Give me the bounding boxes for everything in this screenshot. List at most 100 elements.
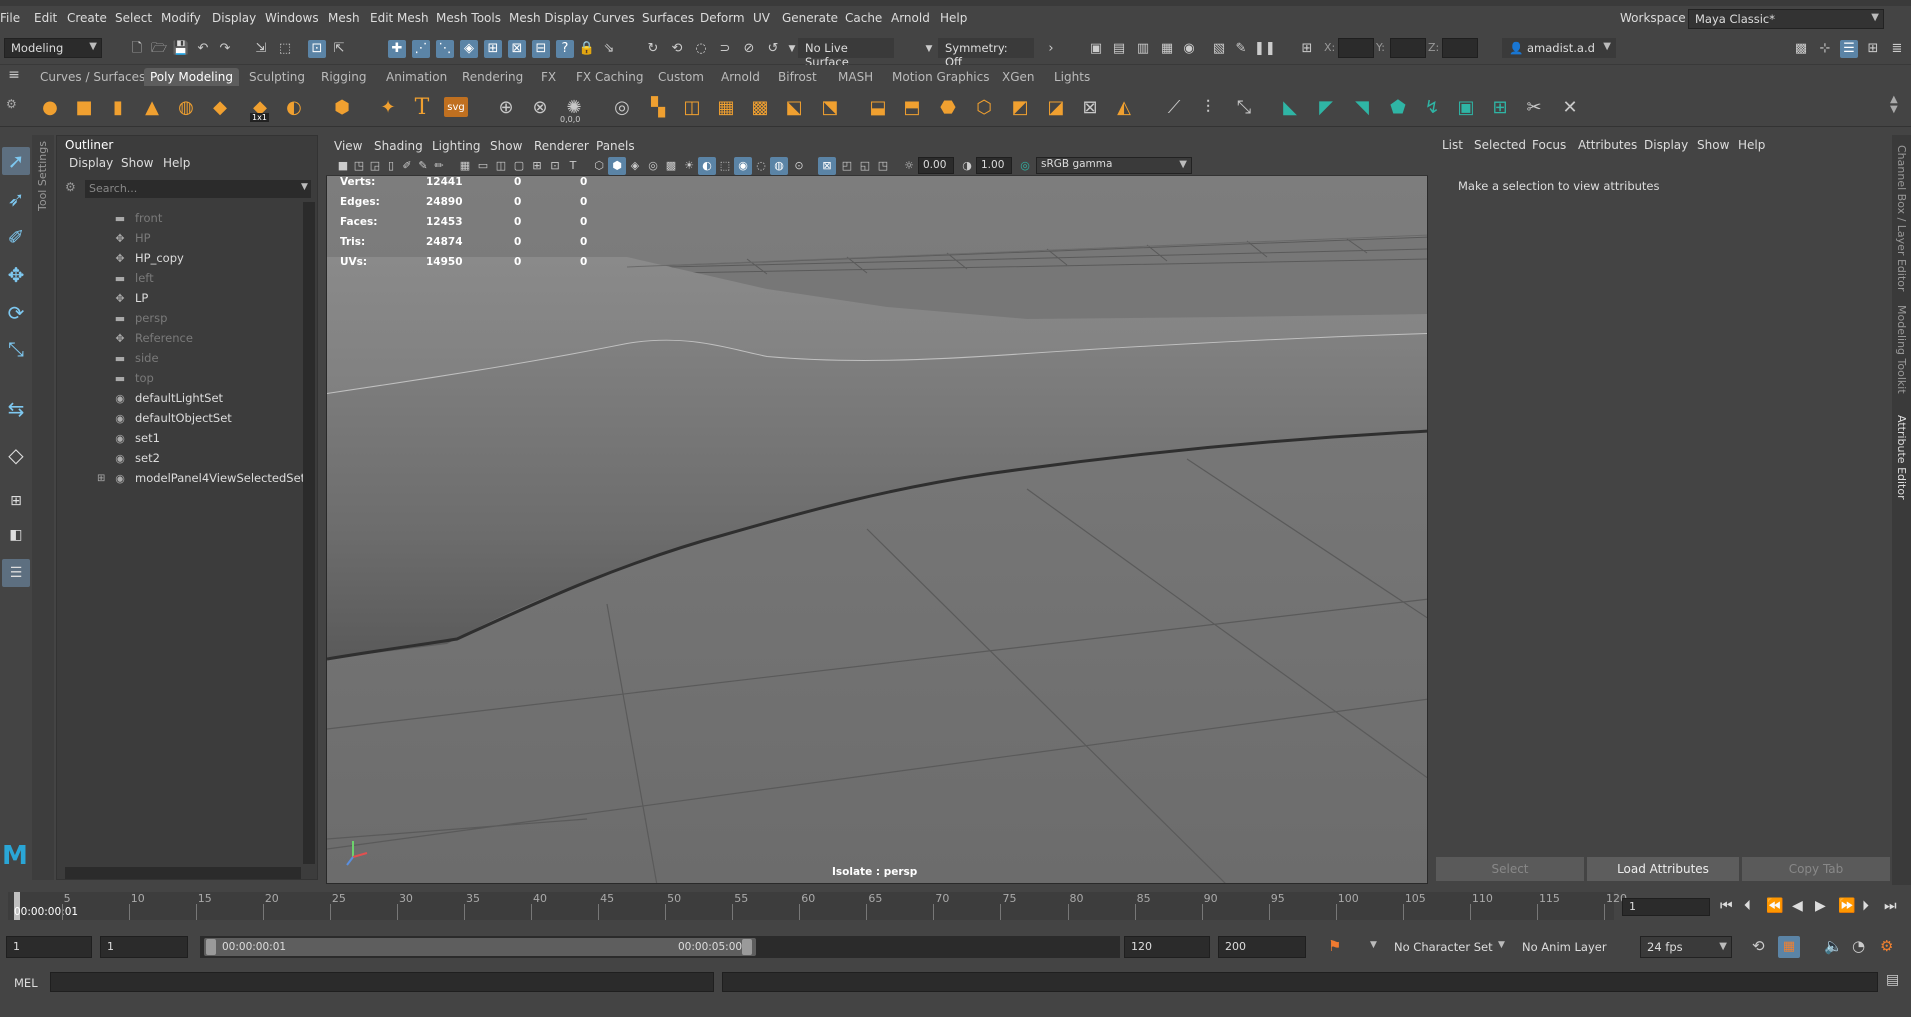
history-icon[interactable]: ↻ [644, 40, 662, 58]
fps-dropdown[interactable]: 24 fps ▼ [1640, 936, 1732, 958]
attr-menu-selected[interactable]: Selected [1474, 138, 1526, 152]
shelf-tab-curves-surfaces[interactable]: Curves / Surfaces [34, 68, 151, 86]
smooth-icon[interactable]: ▦ [712, 93, 740, 121]
outliner-item[interactable]: ▬ persp [113, 308, 168, 328]
default-material-icon[interactable]: ◎ [644, 157, 662, 175]
outliner-menu-show[interactable]: Show [121, 156, 153, 170]
chevron-down-icon[interactable]: ▼ [301, 182, 308, 192]
lock-icon[interactable]: 🔒 [578, 40, 596, 58]
attribute-editor-icon[interactable]: ☰ [1840, 40, 1858, 58]
outliner-search-input[interactable]: Search... [85, 180, 311, 198]
four-view-layout-icon[interactable]: ⊞ [2, 487, 30, 515]
tool-settings-tab[interactable]: Tool Settings [32, 135, 54, 880]
shelf-tab-bifrost[interactable]: Bifrost [772, 68, 823, 86]
safe-title-icon[interactable]: T [564, 157, 582, 175]
copy-tab-button[interactable]: Copy Tab [1742, 857, 1890, 881]
menu-mesh-tools[interactable]: Mesh Tools [436, 11, 501, 25]
shelf-tab-xgen[interactable]: XGen [996, 68, 1041, 86]
automatic-uv-icon[interactable]: ⬟ [1384, 93, 1412, 121]
layout-uv-icon[interactable]: ▣ [1452, 93, 1480, 121]
append-polygon-icon[interactable]: ⊠ [1076, 93, 1104, 121]
multi-cut-icon[interactable]: ◭ [1110, 93, 1138, 121]
single-perspective-layout-icon[interactable]: ◇ [2, 441, 30, 469]
search-options-icon[interactable]: ⚙ [65, 180, 76, 194]
remesh-icon[interactable]: ⬕ [780, 93, 808, 121]
svg-tool-icon[interactable]: svg [444, 97, 468, 117]
smooth-shade-icon[interactable]: ⬢ [608, 157, 626, 175]
xray-joints-icon[interactable]: ◰ [838, 157, 856, 175]
select-hierarchy-icon[interactable]: ⇲ [252, 40, 270, 58]
chevron-down-icon[interactable]: ▼ [1498, 940, 1505, 950]
insert-edge-icon[interactable]: ⫶ [1194, 93, 1222, 121]
textured-icon[interactable]: ▩ [662, 157, 680, 175]
range-end-handle[interactable] [742, 939, 752, 955]
snap-point-icon[interactable]: ⋱ [436, 40, 454, 58]
chevron-right-icon[interactable]: › [1042, 40, 1060, 58]
hypershade-icon[interactable]: ◉ [1180, 40, 1198, 58]
poly-sphere-icon[interactable]: ● [36, 93, 64, 121]
modeling-toolkit-tab[interactable]: Modeling Toolkit [1895, 305, 1908, 394]
uv-editor-icon[interactable]: ⊞ [1486, 93, 1514, 121]
poly-torus-icon[interactable]: ◍ [172, 93, 200, 121]
go-to-start-icon[interactable]: ⏮ [1720, 898, 1733, 914]
render-setup-icon[interactable]: ▧ [1210, 40, 1228, 58]
magnet-icon[interactable]: ⊃ [716, 40, 734, 58]
shelf-tab-arnold[interactable]: Arnold [715, 68, 766, 86]
tool-settings-icon[interactable]: ⊞ [1864, 40, 1882, 58]
move-tool-icon[interactable]: ✥ [2, 261, 30, 289]
light-editor-icon[interactable]: ✎ [1232, 40, 1250, 58]
measure-icon[interactable]: ⊕ [492, 93, 520, 121]
xray-active-icon[interactable]: ◱ [856, 157, 874, 175]
paint-icon[interactable]: ⊘ [740, 40, 758, 58]
attr-menu-help[interactable]: Help [1738, 138, 1765, 152]
extrude-icon[interactable]: ⬓ [864, 93, 892, 121]
shelf-scroll-icon[interactable]: ▲ ▼ [1890, 95, 1898, 115]
cut-sew-icon[interactable]: ✂ [1520, 93, 1548, 121]
target-weld-icon[interactable]: ⤡ [1230, 93, 1258, 121]
menu-edit-mesh[interactable]: Edit Mesh [370, 11, 429, 25]
shadows-icon[interactable]: ◐ [698, 157, 716, 175]
outliner-item[interactable]: ✥ LP [113, 288, 148, 308]
outliner-item[interactable]: ▬ side [113, 348, 159, 368]
isolate-select-icon[interactable]: ⊠ [818, 157, 836, 175]
menu-edit[interactable]: Edit [34, 11, 57, 25]
channel-box-icon[interactable]: ⊹ [1816, 40, 1834, 58]
poly-plane-icon[interactable]: ◆ [206, 93, 234, 121]
open-scene-icon[interactable]: 🗁 [150, 40, 168, 58]
cmd-language-label[interactable]: MEL [14, 976, 38, 990]
type-tool-icon[interactable]: T [408, 93, 436, 121]
loop-icon[interactable]: ⟲ [1752, 937, 1765, 955]
live-surface-field[interactable]: No Live Surface [798, 38, 894, 69]
viewport-menu-renderer[interactable]: Renderer [534, 139, 589, 153]
menu-deform[interactable]: Deform [700, 11, 745, 25]
poly-cylinder-icon[interactable]: ▮ [104, 93, 132, 121]
lasso-tool-icon[interactable]: ➶ [2, 185, 30, 213]
menu-arnold[interactable]: Arnold [891, 11, 930, 25]
outliner-menu-help[interactable]: Help [163, 156, 190, 170]
outliner-vertical-scrollbar[interactable] [303, 202, 315, 864]
shelf-tab-custom[interactable]: Custom [652, 68, 710, 86]
playback-speed-icon[interactable]: ◔ [1852, 937, 1865, 955]
menu-cache[interactable]: Cache [845, 11, 882, 25]
transform-mode-icon[interactable]: ⊞ [1298, 40, 1316, 58]
wireframe-on-shaded-icon[interactable]: ◈ [626, 157, 644, 175]
depth-of-field-icon[interactable]: ◍ [770, 157, 788, 175]
menu-file[interactable]: File [0, 11, 20, 25]
step-back-icon[interactable]: ⏴ [1744, 898, 1751, 914]
reduce-icon[interactable]: ⬔ [816, 93, 844, 121]
playback-start-field[interactable]: 1 [100, 936, 188, 958]
snap-view-plane-icon[interactable]: ◈ [460, 40, 478, 58]
cache-playback-icon[interactable]: ▦ [1778, 936, 1800, 958]
undo-icon[interactable]: ↶ [194, 40, 212, 58]
menu-surfaces[interactable]: Surfaces [642, 11, 694, 25]
outliner-item[interactable]: ✥ HP_copy [113, 248, 183, 268]
last-tool-icon[interactable]: ⇆ [2, 395, 30, 423]
outliner-item[interactable]: ▬ top [113, 368, 154, 388]
grid-toggle-icon[interactable]: ▦ [456, 157, 474, 175]
exposure-field[interactable]: 0.00 [918, 157, 954, 174]
outliner-item[interactable]: ◉ defaultObjectSet [113, 408, 232, 428]
playback-end-field[interactable]: 120 [1124, 936, 1210, 958]
shelf-tab-sculpting[interactable]: Sculpting [243, 68, 311, 86]
poly-cone-icon[interactable]: ▲ [138, 93, 166, 121]
x-coord-field[interactable] [1338, 38, 1374, 58]
